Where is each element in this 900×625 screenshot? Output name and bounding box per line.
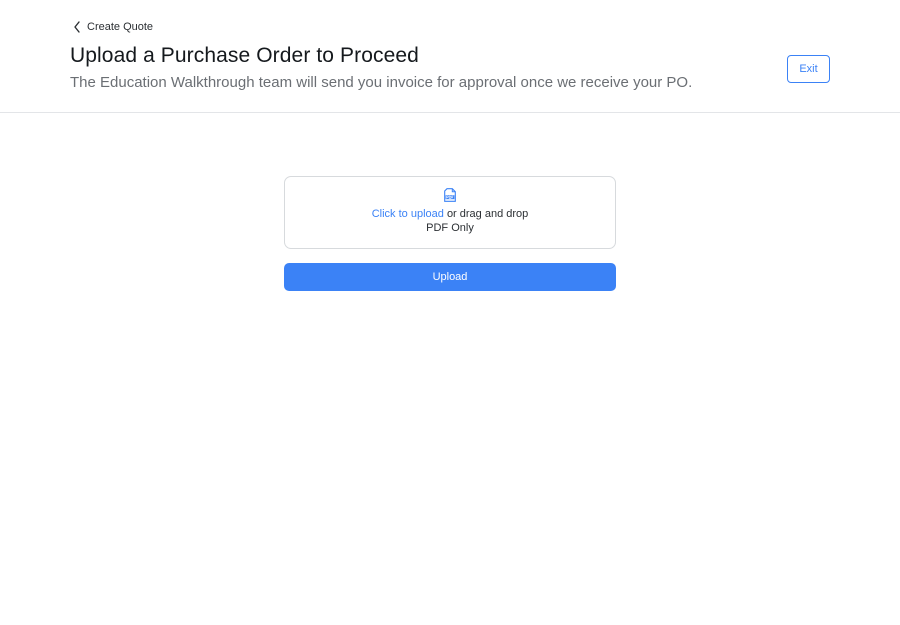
pdf-file-icon bbox=[444, 188, 456, 202]
file-dropzone[interactable]: Click to upload or drag and drop PDF Onl… bbox=[284, 176, 616, 249]
dropzone-instruction: Click to upload or drag and drop bbox=[285, 208, 615, 220]
exit-button[interactable]: Exit bbox=[787, 55, 830, 83]
upload-button[interactable]: Upload bbox=[284, 263, 616, 291]
page-title: Upload a Purchase Order to Proceed bbox=[70, 44, 419, 67]
drag-drop-text: or drag and drop bbox=[446, 208, 529, 220]
click-to-upload-link[interactable]: Click to upload bbox=[372, 208, 444, 220]
page-header: Create Quote Upload a Purchase Order to … bbox=[0, 0, 900, 113]
page-subtitle: The Education Walkthrough team will send… bbox=[70, 74, 693, 91]
back-link-create-quote[interactable]: Create Quote bbox=[72, 20, 153, 34]
file-type-hint: PDF Only bbox=[426, 222, 474, 234]
back-link-label: Create Quote bbox=[87, 21, 154, 33]
chevron-left-icon bbox=[74, 21, 80, 33]
